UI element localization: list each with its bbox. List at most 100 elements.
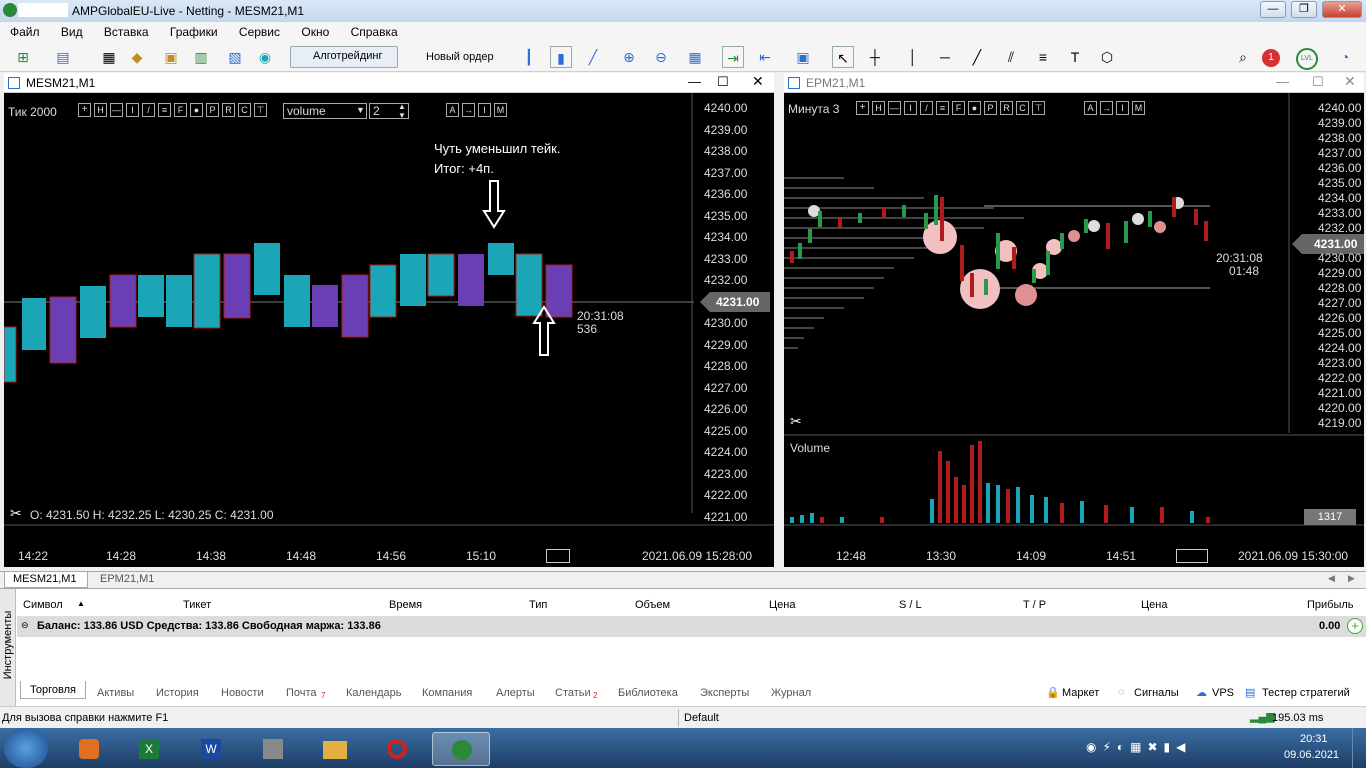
terminal-tab-articles[interactable]: Статьи	[555, 687, 591, 699]
word-icon[interactable]: W	[186, 732, 236, 766]
shapes-icon[interactable]: ⬡	[1096, 46, 1118, 68]
zoom-out-icon[interactable]: ⊖	[650, 46, 672, 68]
chart-maximize-button[interactable]: ☐	[1312, 74, 1324, 90]
chart-canvas[interactable]	[784, 93, 1364, 567]
market-watch-icon[interactable]: ▦	[98, 46, 120, 68]
maximize-button[interactable]: ❐	[1291, 1, 1317, 18]
account-icon[interactable]: ◔	[1334, 46, 1356, 68]
chart-window-epm21[interactable]: EPM21,M1 — ☐ ✕ Минута 3 + H — I / ≡ F ● …	[784, 73, 1364, 567]
close-button[interactable]: ✕	[1322, 1, 1362, 18]
level-icon[interactable]: LVL	[1296, 48, 1318, 70]
menu-help[interactable]: Справка	[341, 22, 406, 39]
toolbox-side-tab[interactable]: Инструменты	[0, 589, 16, 707]
tab-scroll-left-icon[interactable]: ◀	[1328, 573, 1335, 584]
start-button[interactable]	[4, 728, 48, 768]
terminal-tab-journal[interactable]: Журнал	[771, 687, 811, 699]
tab-scroll-right-icon[interactable]: ▶	[1348, 573, 1355, 584]
menu-view[interactable]: Вид	[51, 22, 91, 39]
clock-date[interactable]: 09.06.2021	[1284, 749, 1339, 761]
trendline-icon[interactable]: ╱	[966, 46, 988, 68]
zoom-in-icon[interactable]: ⊕	[618, 46, 640, 68]
terminal-tab-trade[interactable]: Торговля	[20, 681, 86, 699]
metatrader-task-icon[interactable]	[432, 732, 490, 766]
chart-maximize-button[interactable]: ☐	[717, 74, 729, 90]
add-icon[interactable]: +	[1347, 618, 1363, 634]
terminal-tab-library[interactable]: Библиотека	[618, 687, 678, 699]
text-icon[interactable]: T	[1064, 46, 1086, 68]
calculator-icon[interactable]	[248, 732, 298, 766]
chart-minimize-button[interactable]: —	[688, 74, 701, 89]
col-current-price[interactable]: Цена	[1141, 599, 1167, 611]
col-profit[interactable]: Прибыль	[1307, 599, 1354, 611]
col-type[interactable]: Тип	[529, 599, 547, 611]
navigator-icon[interactable]: ◆	[126, 46, 148, 68]
minimize-button[interactable]: —	[1260, 1, 1286, 18]
clock-time[interactable]: 20:31	[1300, 733, 1328, 745]
terminal-tab-calendar[interactable]: Календарь	[346, 687, 402, 699]
new-order-button[interactable]: Новый ордер	[404, 48, 494, 68]
terminal-tab-mail[interactable]: Почта	[286, 687, 317, 699]
candle-chart-icon[interactable]: ▮	[550, 46, 572, 68]
tile-windows-icon[interactable]: ▦	[684, 46, 706, 68]
profiles-icon[interactable]: ▤	[52, 46, 74, 68]
notifications-icon[interactable]: 1	[1262, 49, 1280, 67]
menu-insert[interactable]: Вставка	[94, 22, 157, 39]
terminal-tab-experts[interactable]: Эксперты	[700, 687, 749, 699]
search-icon[interactable]: ⌕	[1232, 46, 1254, 68]
data-window-icon[interactable]: ▣	[160, 46, 182, 68]
crosshair-icon[interactable]: ┼	[864, 46, 886, 68]
scroll-box[interactable]	[546, 549, 570, 563]
autoscroll-icon[interactable]: ⇥	[722, 46, 744, 68]
bar-chart-icon[interactable]: ┃	[518, 46, 540, 68]
menu-tools[interactable]: Сервис	[229, 22, 288, 39]
new-chart-icon[interactable]: ⊞	[12, 46, 34, 68]
chart-shift-icon[interactable]: ⇤	[754, 46, 776, 68]
fibonacci-icon[interactable]: ≡	[1032, 46, 1054, 68]
excel-icon[interactable]: X	[124, 732, 174, 766]
channel-icon[interactable]: ⫽	[1000, 46, 1022, 68]
balance-row[interactable]: ⊖ Баланс: 133.86 USD Средства: 133.86 Св…	[17, 617, 1366, 637]
link-strategy-tester[interactable]: Тестер стратегий	[1262, 687, 1350, 699]
opera-icon[interactable]	[372, 732, 422, 766]
menu-file[interactable]: Файл	[0, 22, 48, 39]
col-ticket[interactable]: Тикет	[183, 599, 211, 611]
chart-close-button[interactable]: ✕	[1344, 73, 1356, 90]
chart-canvas[interactable]	[4, 93, 774, 567]
collapse-icon[interactable]: ⊖	[21, 620, 29, 631]
horizontal-line-icon[interactable]: ─	[934, 46, 956, 68]
chart-tab-epm21[interactable]: EPM21,M1	[92, 573, 154, 585]
col-volume[interactable]: Объем	[635, 599, 670, 611]
cursor-icon[interactable]: ↖	[832, 46, 854, 68]
chart-close-button[interactable]: ✕	[752, 73, 764, 90]
col-time[interactable]: Время	[389, 599, 422, 611]
link-vps[interactable]: VPS	[1212, 687, 1234, 699]
templates-icon[interactable]: ▣	[792, 46, 814, 68]
tools-icon[interactable]: ✂	[10, 505, 22, 522]
terminal-icon[interactable]: ▥	[190, 46, 212, 68]
terminal-tab-history[interactable]: История	[156, 687, 199, 699]
community-icon[interactable]: ◉	[254, 46, 276, 68]
tools-icon[interactable]: ✂	[790, 413, 802, 430]
explorer-icon[interactable]	[310, 732, 360, 766]
menu-window[interactable]: Окно	[291, 22, 337, 39]
vertical-line-icon[interactable]: │	[902, 46, 924, 68]
col-tp[interactable]: T / P	[1023, 599, 1046, 611]
link-market[interactable]: Маркет	[1062, 687, 1099, 699]
strategy-tester-icon[interactable]: ▧	[224, 46, 246, 68]
chart-window-mesm21[interactable]: MESM21,M1 — ☐ ✕ Тик 2000 + H — I / ≡ F ●…	[4, 73, 774, 567]
terminal-tab-news[interactable]: Новости	[221, 687, 264, 699]
terminal-tab-alerts[interactable]: Алерты	[496, 687, 535, 699]
algo-trading-button[interactable]: Алготрейдинг	[290, 46, 398, 68]
chart-tab-mesm21[interactable]: MESM21,M1	[4, 572, 88, 588]
chart-minimize-button[interactable]: —	[1276, 74, 1289, 89]
col-sl[interactable]: S / L	[899, 599, 922, 611]
show-desktop-button[interactable]	[1352, 728, 1366, 768]
menu-charts[interactable]: Графики	[160, 22, 226, 39]
media-player-icon[interactable]	[64, 732, 114, 766]
terminal-tab-assets[interactable]: Активы	[97, 687, 134, 699]
col-symbol[interactable]: Символ	[23, 599, 63, 611]
col-price[interactable]: Цена	[769, 599, 795, 611]
scroll-box[interactable]	[1176, 549, 1208, 563]
line-chart-icon[interactable]: ╱	[582, 46, 604, 68]
terminal-tab-company[interactable]: Компания	[422, 687, 472, 699]
